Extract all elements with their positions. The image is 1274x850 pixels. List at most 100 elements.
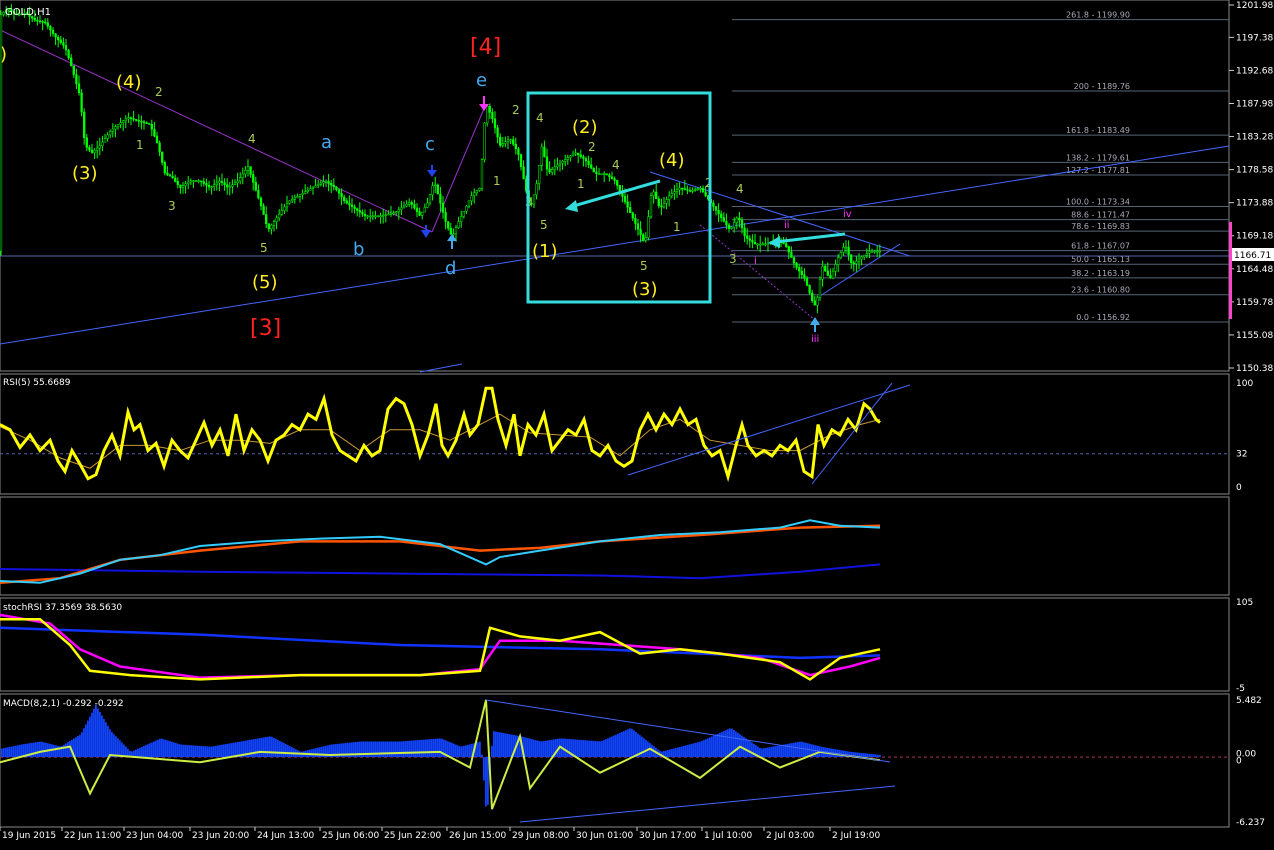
- macd-bar: [587, 740, 589, 758]
- macd-bar: [83, 728, 85, 758]
- macd-bar: [441, 738, 443, 758]
- macd-bar: [39, 741, 41, 758]
- candle-body: [475, 190, 478, 194]
- sub-label-3d: 3: [729, 252, 737, 266]
- macd-bar: [43, 742, 45, 758]
- macd-bar: [879, 754, 881, 758]
- macd-bar: [137, 748, 139, 758]
- candle-body: [278, 213, 281, 219]
- macd-bar: [79, 734, 81, 758]
- candle-body: [283, 206, 286, 211]
- macd-bar: [375, 741, 377, 758]
- macd-bar: [495, 731, 497, 758]
- candle-body: [397, 209, 400, 212]
- macd-bar: [219, 745, 221, 758]
- macd-bar: [189, 745, 191, 758]
- candle-body: [304, 191, 307, 194]
- macd-bar: [205, 746, 207, 758]
- rsi-panel[interactable]: [0, 373, 1230, 495]
- candle-body: [488, 105, 491, 113]
- candle-body: [493, 118, 497, 129]
- price-range-bar: [1229, 222, 1232, 319]
- macd-bar: [595, 741, 597, 758]
- macd-bar: [231, 743, 233, 758]
- candle-body: [293, 197, 296, 200]
- candle-body: [335, 186, 338, 190]
- macd-bar: [215, 745, 217, 758]
- candle-body: [109, 131, 112, 136]
- price-panel[interactable]: [0, 0, 1230, 372]
- macd-bar: [529, 738, 531, 758]
- macd-bar: [693, 743, 695, 758]
- macd-bar: [317, 747, 319, 758]
- candle-body: [205, 183, 208, 186]
- candle-body: [720, 213, 723, 218]
- chart-title: GOLD,H1: [5, 7, 51, 18]
- macd-bar: [533, 739, 535, 758]
- candle-body: [189, 180, 192, 183]
- candle-body: [795, 262, 798, 268]
- candle-body: [584, 158, 588, 162]
- ma-panel[interactable]: [0, 496, 1230, 596]
- sub-label-2c: 2: [588, 140, 596, 154]
- rsi-tick-label: 0: [1236, 483, 1242, 493]
- macd-bar: [619, 732, 621, 758]
- candle-body: [444, 212, 447, 222]
- candle-body: [816, 297, 819, 306]
- candle-body: [426, 202, 429, 208]
- macd-bar: [225, 744, 227, 758]
- macd-bar: [267, 736, 269, 758]
- candle-body: [582, 156, 585, 159]
- macd-bar: [401, 741, 403, 758]
- macd-bar: [207, 746, 209, 758]
- wave-label-paren: ): [0, 44, 7, 65]
- roman-label-i: i: [754, 256, 757, 267]
- macd-bar: [789, 743, 791, 758]
- candle-body: [379, 215, 382, 218]
- macd-bar: [621, 731, 623, 758]
- fib-label: 88.6 - 1171.47: [1071, 211, 1130, 220]
- macd-bar: [99, 711, 101, 758]
- candle-body: [236, 180, 239, 184]
- macd-bar: [877, 754, 879, 758]
- macd-bar: [629, 728, 631, 758]
- macd-bar: [433, 738, 435, 758]
- candle-body: [785, 243, 788, 247]
- candle-body: [415, 207, 419, 212]
- macd-bar: [871, 754, 873, 758]
- candle-body: [337, 189, 341, 194]
- candle-body: [239, 177, 242, 182]
- candle-body: [499, 136, 502, 146]
- candle-body: [51, 29, 55, 34]
- macd-bar: [385, 741, 387, 758]
- macd-bar: [613, 735, 615, 758]
- candle-body: [829, 275, 832, 279]
- macd-bar: [179, 744, 181, 758]
- macd-bar: [257, 738, 259, 758]
- time-tick-label: 23 Jun 04:00: [126, 831, 183, 841]
- macd-bar: [223, 744, 225, 758]
- macd-bar: [625, 730, 627, 758]
- sub-label-5c: 5: [640, 259, 648, 273]
- macd-bar: [769, 747, 771, 758]
- macd-bar: [103, 718, 105, 758]
- macd-bar: [763, 748, 765, 758]
- candle-body: [540, 146, 543, 166]
- macd-bar: [795, 742, 797, 758]
- candle-body: [228, 186, 231, 188]
- candle-body: [519, 154, 523, 167]
- macd-bar: [773, 746, 775, 758]
- macd-bar: [801, 741, 803, 758]
- macd-bar: [469, 744, 471, 758]
- candle-body: [694, 189, 697, 191]
- fib-label: 78.6 - 1169.83: [1071, 222, 1130, 231]
- macd-bar: [405, 741, 407, 758]
- macd-bar: [549, 740, 551, 758]
- macd-bar: [419, 739, 421, 758]
- wave-label-2b: (2): [572, 117, 598, 138]
- candle-body: [176, 181, 179, 186]
- macd-bar: [149, 743, 151, 758]
- candle-body: [75, 74, 78, 84]
- macd-bar: [735, 731, 737, 758]
- candle-body: [610, 176, 614, 179]
